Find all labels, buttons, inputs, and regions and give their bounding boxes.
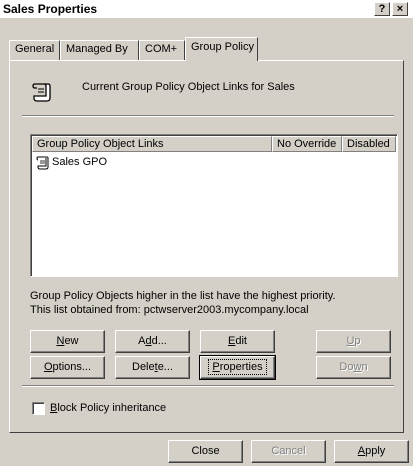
window-title: Sales Properties: [3, 2, 98, 16]
block-inheritance-label[interactable]: Block Policy inheritance: [50, 402, 166, 414]
tab-com-plus[interactable]: COM+: [139, 40, 185, 60]
column-header-no-override[interactable]: No Override: [272, 136, 342, 152]
divider: [22, 385, 394, 387]
close-window-button[interactable]: ×: [392, 2, 408, 16]
down-button[interactable]: Down: [316, 356, 391, 379]
close-button[interactable]: Close: [168, 440, 243, 463]
delete-button[interactable]: Delete...: [115, 356, 190, 379]
properties-dialog: Sales Properties ? × General Managed By …: [0, 0, 413, 466]
column-header-gpo-links[interactable]: Group Policy Object Links: [32, 136, 272, 152]
tab-general[interactable]: General: [9, 40, 60, 60]
title-bar: Sales Properties ? ×: [0, 0, 413, 19]
column-header-disabled[interactable]: Disabled: [342, 136, 396, 152]
header-text: Current Group Policy Object Links for Sa…: [82, 81, 295, 93]
gpo-name: Sales GPO: [52, 156, 108, 168]
priority-info: Group Policy Objects higher in the list …: [30, 290, 336, 302]
gpo-scroll-icon: [36, 156, 49, 170]
gpo-links-list[interactable]: Group Policy Object Links No Override Di…: [30, 134, 398, 277]
properties-button[interactable]: Properties: [199, 355, 276, 380]
apply-button[interactable]: Apply: [334, 440, 409, 463]
add-button[interactable]: Add...: [115, 330, 190, 353]
block-inheritance-checkbox[interactable]: [32, 402, 45, 415]
gpo-scroll-icon: [32, 83, 51, 102]
tab-group-policy[interactable]: Group Policy: [185, 37, 258, 61]
tab-managed-by[interactable]: Managed By: [60, 40, 139, 60]
source-info: This list obtained from: pctwserver2003.…: [30, 304, 309, 316]
options-button[interactable]: Options...: [30, 356, 105, 379]
up-button[interactable]: Up: [316, 330, 391, 353]
edit-button[interactable]: Edit: [200, 330, 275, 353]
help-button[interactable]: ?: [374, 2, 390, 16]
new-button[interactable]: New: [30, 330, 105, 353]
divider: [22, 115, 394, 117]
cancel-button[interactable]: Cancel: [251, 440, 326, 463]
